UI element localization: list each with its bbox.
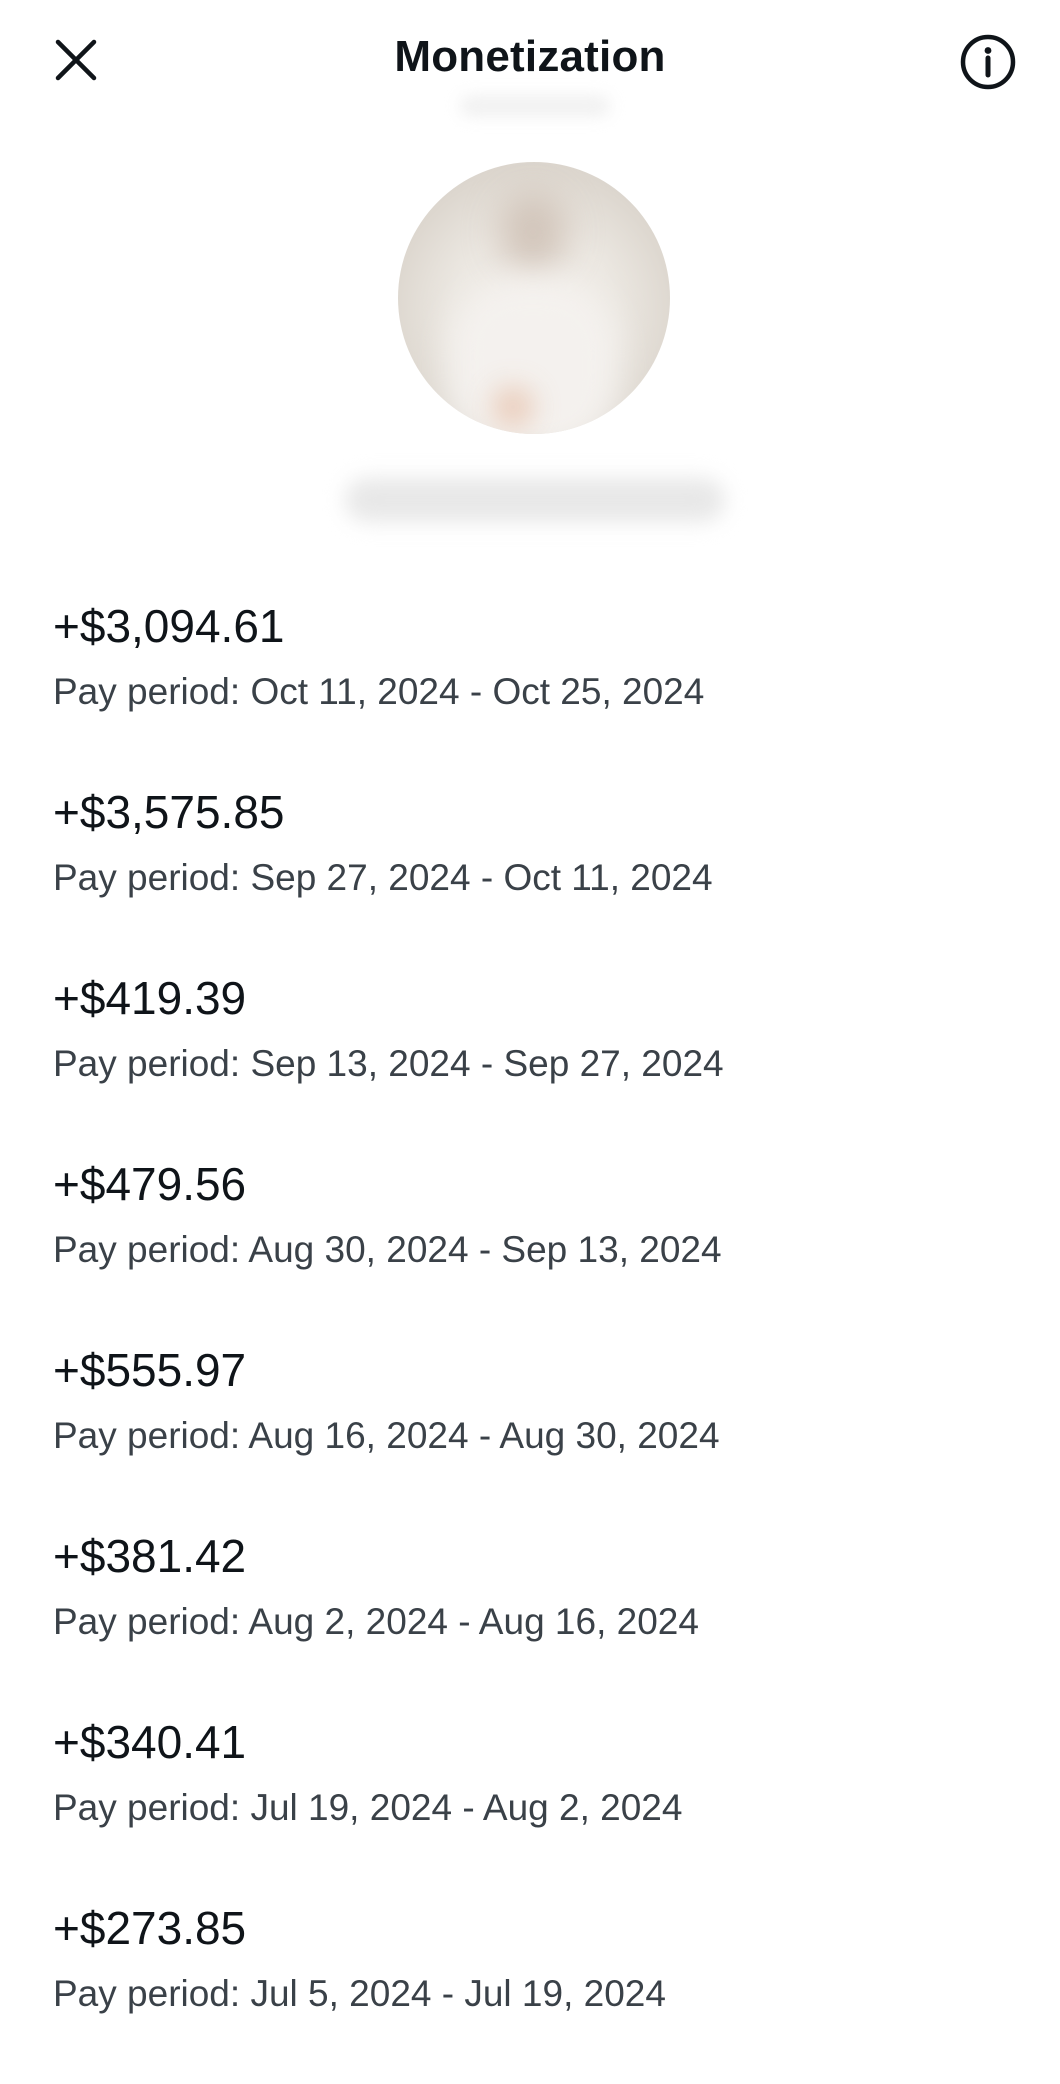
info-button[interactable]: [956, 30, 1020, 94]
blurred-username: [345, 478, 725, 522]
payout-item[interactable]: +$3,575.85 Pay period: Sep 27, 2024 - Oc…: [53, 782, 1013, 968]
payout-list: +$3,094.61 Pay period: Oct 11, 2024 - Oc…: [53, 596, 1013, 2084]
payout-amount: +$3,575.85: [53, 786, 285, 838]
payout-item[interactable]: +$555.97 Pay period: Aug 16, 2024 - Aug …: [53, 1340, 1013, 1526]
payout-amount: +$479.56: [53, 1158, 247, 1210]
avatar-blur-accent: [493, 387, 533, 427]
payout-period: Pay period: Oct 11, 2024 - Oct 25, 2024: [53, 671, 705, 712]
payout-period: Pay period: Aug 30, 2024 - Sep 13, 2024: [53, 1229, 722, 1270]
avatar-blur-body: [448, 282, 618, 434]
payout-period: Pay period: Aug 16, 2024 - Aug 30, 2024: [53, 1415, 720, 1456]
payout-amount: +$555.97: [53, 1344, 247, 1396]
payout-amount: +$381.42: [53, 1530, 247, 1582]
payout-period: Pay period: Jul 5, 2024 - Jul 19, 2024: [53, 1973, 666, 2014]
payout-period: Pay period: Aug 2, 2024 - Aug 16, 2024: [53, 1601, 699, 1642]
payout-period: Pay period: Jul 19, 2024 - Aug 2, 2024: [53, 1787, 683, 1828]
avatar-blur-head: [498, 192, 568, 272]
blurred-handle: [460, 96, 610, 116]
payout-item[interactable]: +$381.42 Pay period: Aug 2, 2024 - Aug 1…: [53, 1526, 1013, 1712]
payout-item[interactable]: +$273.85 Pay period: Jul 5, 2024 - Jul 1…: [53, 1898, 1013, 2084]
payout-period: Pay period: Sep 27, 2024 - Oct 11, 2024: [53, 857, 713, 898]
payout-amount: +$273.85: [53, 1902, 247, 1954]
avatar: [398, 162, 670, 434]
page-title: Monetization: [394, 32, 666, 81]
payout-amount: +$419.39: [53, 972, 247, 1024]
payout-amount: +$340.41: [53, 1716, 247, 1768]
payout-item[interactable]: +$479.56 Pay period: Aug 30, 2024 - Sep …: [53, 1154, 1013, 1340]
payout-item[interactable]: +$419.39 Pay period: Sep 13, 2024 - Sep …: [53, 968, 1013, 1154]
payout-item[interactable]: +$3,094.61 Pay period: Oct 11, 2024 - Oc…: [53, 596, 1013, 782]
payout-amount: +$3,094.61: [53, 600, 285, 652]
payout-period: Pay period: Sep 13, 2024 - Sep 27, 2024: [53, 1043, 724, 1084]
payout-item[interactable]: +$340.41 Pay period: Jul 19, 2024 - Aug …: [53, 1712, 1013, 1898]
info-icon: [960, 34, 1016, 90]
